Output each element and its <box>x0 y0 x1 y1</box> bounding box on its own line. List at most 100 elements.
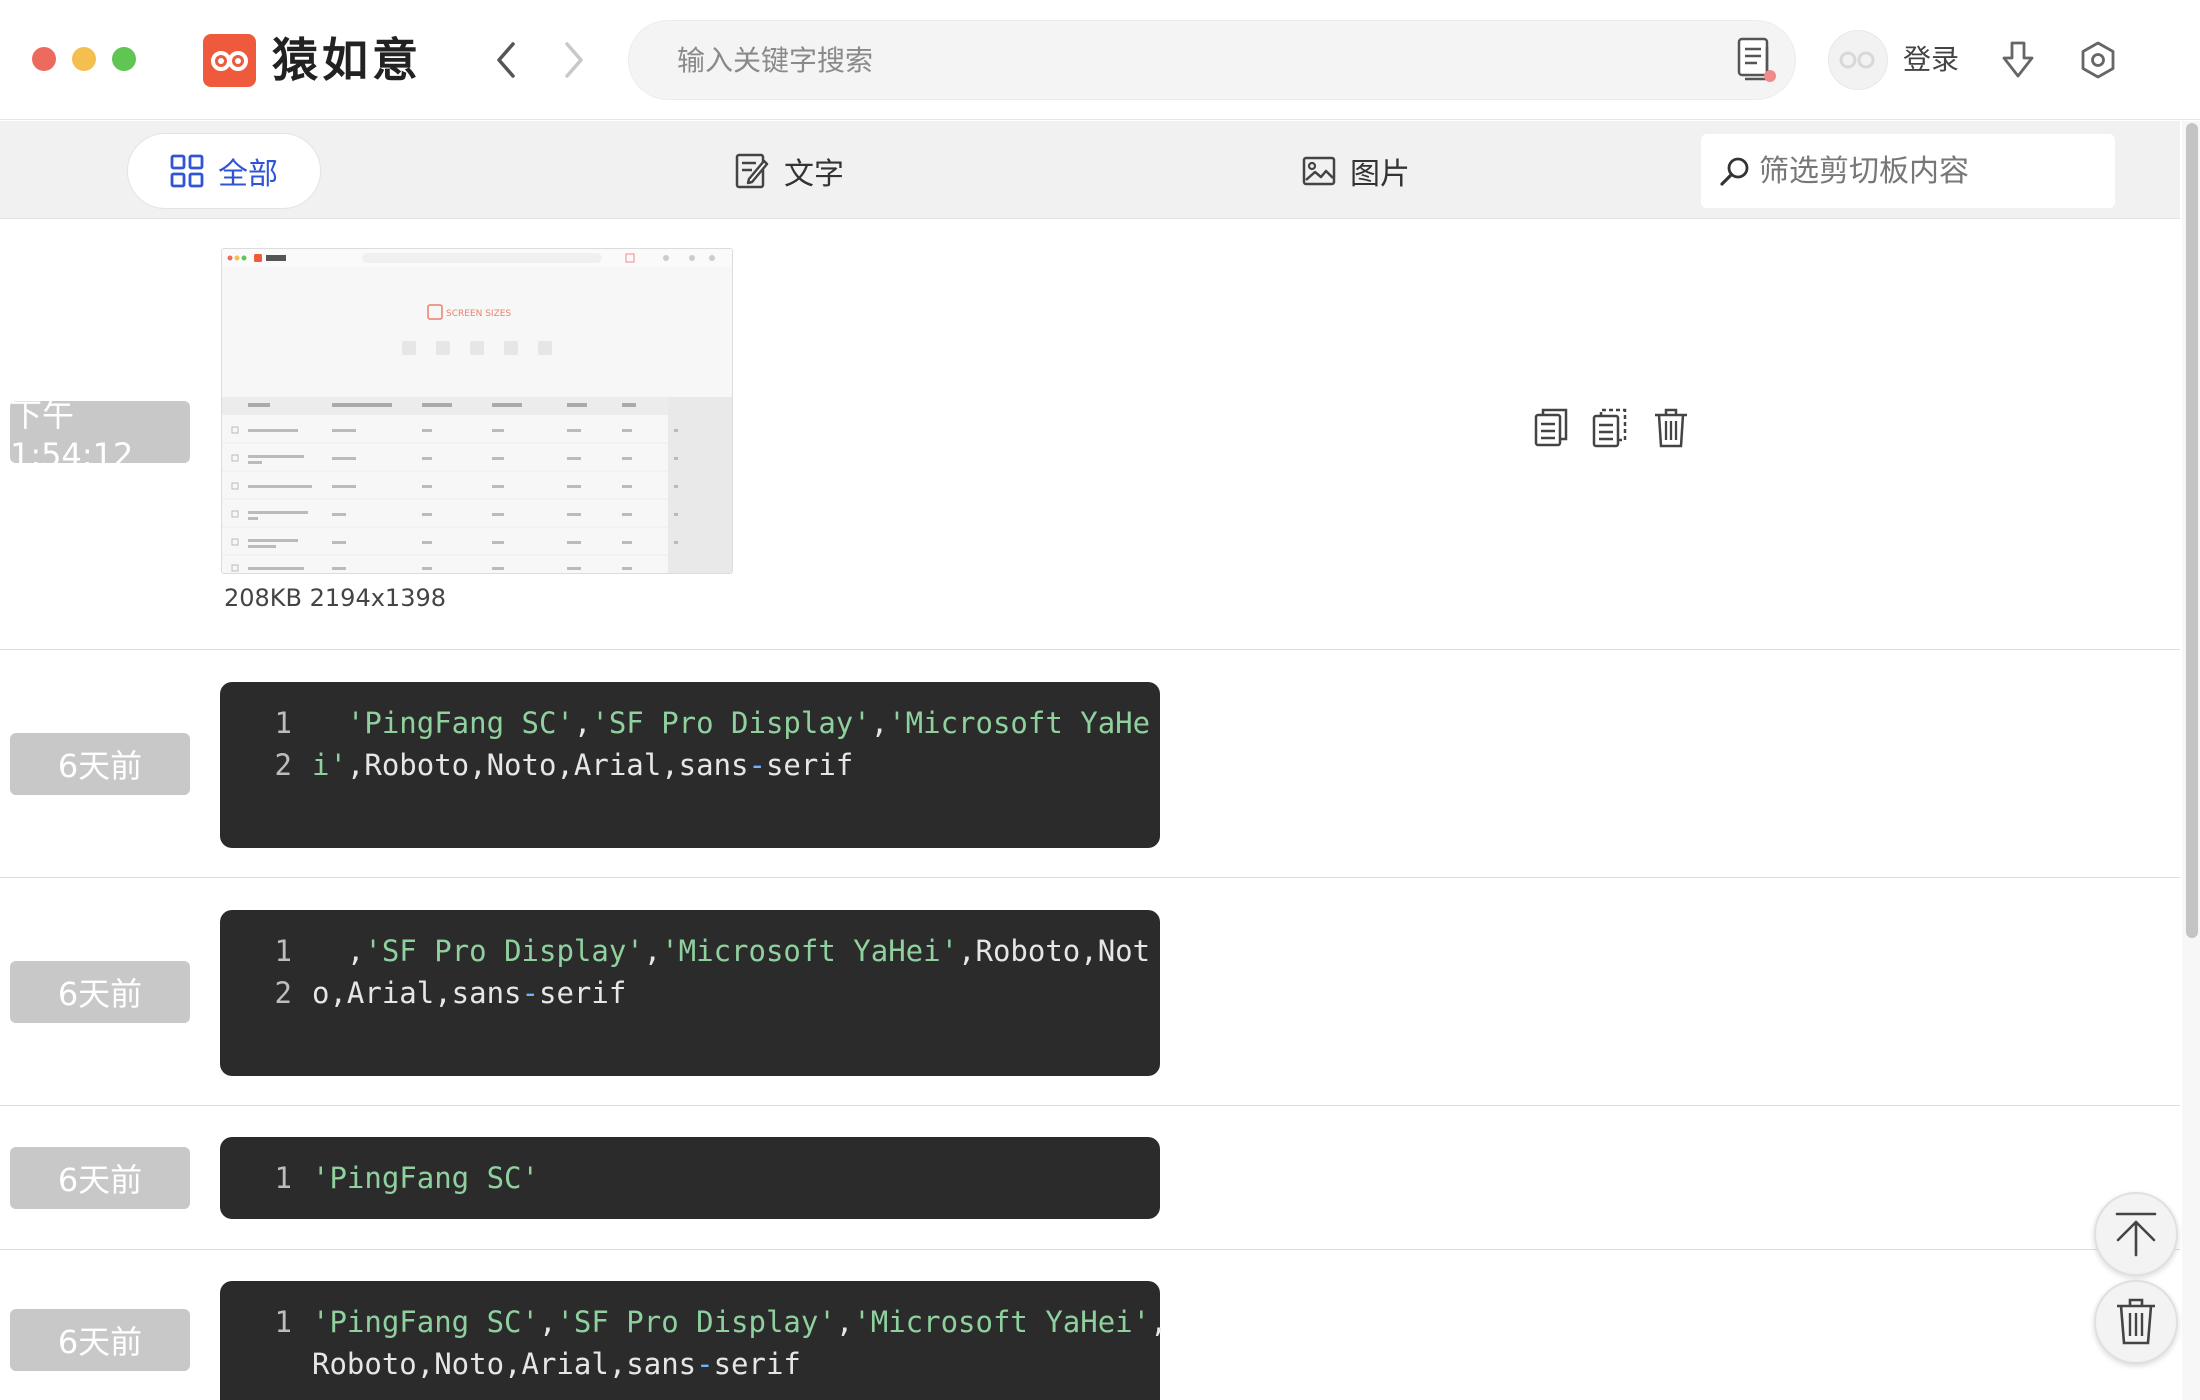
code-line: 1 ,'SF Pro Display','Microsoft YaHei',Ro… <box>220 930 1160 972</box>
magnifier-icon <box>1720 157 1749 186</box>
code-token: 'SF Pro Display' <box>556 1305 836 1339</box>
edit-document-icon <box>735 153 769 189</box>
chevron-left-icon <box>497 42 515 78</box>
code-token: 'SF Pro Display' <box>591 706 871 740</box>
avatar[interactable] <box>1828 30 1888 90</box>
code-line: 1 'PingFang SC','SF Pro Display','Microso… <box>220 1301 1168 1343</box>
timestamp-badge: 6天前 <box>10 1309 190 1371</box>
code-snippet[interactable]: 1 ,'SF Pro Display','Microsoft YaHei',Ro… <box>220 910 1160 1076</box>
image-size-info: 208KB 2194x1398 <box>224 584 446 612</box>
list-item[interactable]: 6天前 1 'PingFang SC','SF Pro Display','Mic… <box>0 1250 2180 1400</box>
line-number: 2 <box>274 976 292 1010</box>
code-token: , <box>870 706 889 740</box>
item-actions <box>1530 405 1692 451</box>
line-number: 1 <box>274 934 292 968</box>
timestamp-badge: 6天前 <box>10 1147 190 1209</box>
user-avatar-icon <box>1839 51 1875 69</box>
code-token: , <box>538 1305 557 1339</box>
code-line: 1 'PingFang SC','SF Pro Display','Micros… <box>220 702 1160 744</box>
chevron-right-icon <box>565 42 583 78</box>
delete-button[interactable] <box>1650 405 1692 451</box>
forward-button[interactable] <box>550 36 598 84</box>
code-token: 'Microsoft YaHei' <box>661 934 959 968</box>
code-token: , <box>1150 1305 1168 1339</box>
code-token: - <box>521 976 539 1010</box>
code-token: serif <box>538 976 627 1010</box>
download-button[interactable] <box>1996 38 2040 82</box>
code-line: 1 'PingFang SC' <box>220 1157 1160 1199</box>
timestamp-badge: 6天前 <box>10 733 190 795</box>
tab-image[interactable]: 图片 <box>1302 133 1410 209</box>
code-snippet[interactable]: 1 'PingFang SC' <box>220 1137 1160 1219</box>
code-token: - <box>696 1347 714 1381</box>
code-token: serif <box>713 1347 801 1381</box>
grid-icon <box>170 154 204 188</box>
code-line: Roboto,Noto,Arial,sans-serif <box>220 1343 1160 1385</box>
login-link[interactable]: 登录 <box>1903 38 1959 82</box>
app-title: 猿如意 <box>272 33 422 87</box>
clipboard-icon[interactable] <box>1729 35 1781 87</box>
zoom-window-button[interactable] <box>112 47 136 71</box>
close-window-button[interactable] <box>32 47 56 71</box>
timestamp-badge: 下午1:54:12 <box>10 396 190 474</box>
code-snippet[interactable]: 1 'PingFang SC','SF Pro Display','Microso… <box>220 1281 1168 1400</box>
code-line: 2 i',Roboto,Noto,Arial,sans-serif <box>220 744 1160 786</box>
code-line-content: ,'SF Pro Display','Microsoft YaHei',Robo… <box>312 930 1150 972</box>
code-token: , <box>573 706 592 740</box>
code-token: 'Microsoft YaHei' <box>853 1305 1151 1339</box>
tab-all[interactable]: 全部 <box>127 133 321 209</box>
code-token: 'PingFang SC' <box>346 706 574 740</box>
line-number: 1 <box>274 706 292 740</box>
trash-icon <box>2117 1298 2155 1345</box>
settings-button[interactable] <box>2076 38 2120 82</box>
app-logo-icon <box>203 34 256 87</box>
code-token: serif <box>765 748 854 782</box>
minimize-window-button[interactable] <box>72 47 96 71</box>
code-token: ,Roboto,Not <box>958 934 1151 968</box>
code-line-content: 'PingFang SC','SF Pro Display','Microsof… <box>312 1301 1168 1343</box>
clear-all-button[interactable] <box>2094 1280 2178 1364</box>
copy-multiple-icon <box>1592 408 1627 448</box>
code-token: , <box>312 934 365 968</box>
download-icon <box>2002 41 2034 78</box>
title-bar: 猿如意 登录 <box>0 0 2200 120</box>
scrollbar[interactable] <box>2182 121 2200 1400</box>
thumbnail-heading: SCREEN SIZES <box>446 309 511 319</box>
code-line-content: o,Arial,sans-serif <box>312 972 626 1014</box>
copy-button[interactable] <box>1530 405 1572 451</box>
code-line-content: Roboto,Noto,Arial,sans-serif <box>312 1343 801 1385</box>
image-thumbnail[interactable]: SCREEN SIZES <box>221 248 733 574</box>
code-token: , <box>643 934 662 968</box>
code-line: 2 o,Arial,sans-serif <box>220 972 1160 1014</box>
code-token: 'SF Pro Display' <box>364 934 644 968</box>
image-icon <box>1302 156 1336 186</box>
code-snippet[interactable]: 1 'PingFang SC','SF Pro Display','Micros… <box>220 682 1160 848</box>
scroll-to-top-button[interactable] <box>2094 1192 2178 1276</box>
code-line-content: 'PingFang SC','SF Pro Display','Microsof… <box>312 702 1150 744</box>
back-button[interactable] <box>482 36 530 84</box>
arrow-up-icon <box>2115 1212 2157 1257</box>
code-token: i' <box>312 748 347 782</box>
timestamp-badge: 6天前 <box>10 961 190 1023</box>
scrollbar-thumb[interactable] <box>2186 123 2198 938</box>
code-line-content: i',Roboto,Noto,Arial,sans-serif <box>312 744 853 786</box>
tab-text[interactable]: 文字 <box>734 133 844 209</box>
code-token: Roboto,Noto,Arial,sans <box>312 1347 697 1381</box>
code-token: - <box>748 748 766 782</box>
code-token: 'PingFang SC' <box>312 1161 539 1195</box>
list-item[interactable]: 下午1:54:12 SCREEN SIZES 208KB 2194x1398 <box>0 220 2180 650</box>
code-token: ,Roboto,Noto,Arial,sans <box>346 748 749 782</box>
code-token: o,Arial,sans <box>312 976 522 1010</box>
search-bar <box>628 20 1796 100</box>
list-item[interactable]: 6天前 1 ,'SF Pro Display','Microsoft YaHei… <box>0 878 2180 1106</box>
search-input[interactable] <box>677 21 1697 99</box>
line-number: 1 <box>274 1161 292 1195</box>
copy-multiple-button[interactable] <box>1590 405 1632 451</box>
code-token: 'PingFang SC' <box>312 1305 539 1339</box>
list-item[interactable]: 6天前 1 'PingFang SC' <box>0 1106 2180 1250</box>
code-line-content: 'PingFang SC' <box>312 1157 539 1199</box>
code-token: 'Microsoft YaHe <box>888 706 1151 740</box>
list-item[interactable]: 6天前 1 'PingFang SC','SF Pro Display','Mi… <box>0 650 2180 878</box>
filter-search-input[interactable] <box>1759 134 2099 208</box>
